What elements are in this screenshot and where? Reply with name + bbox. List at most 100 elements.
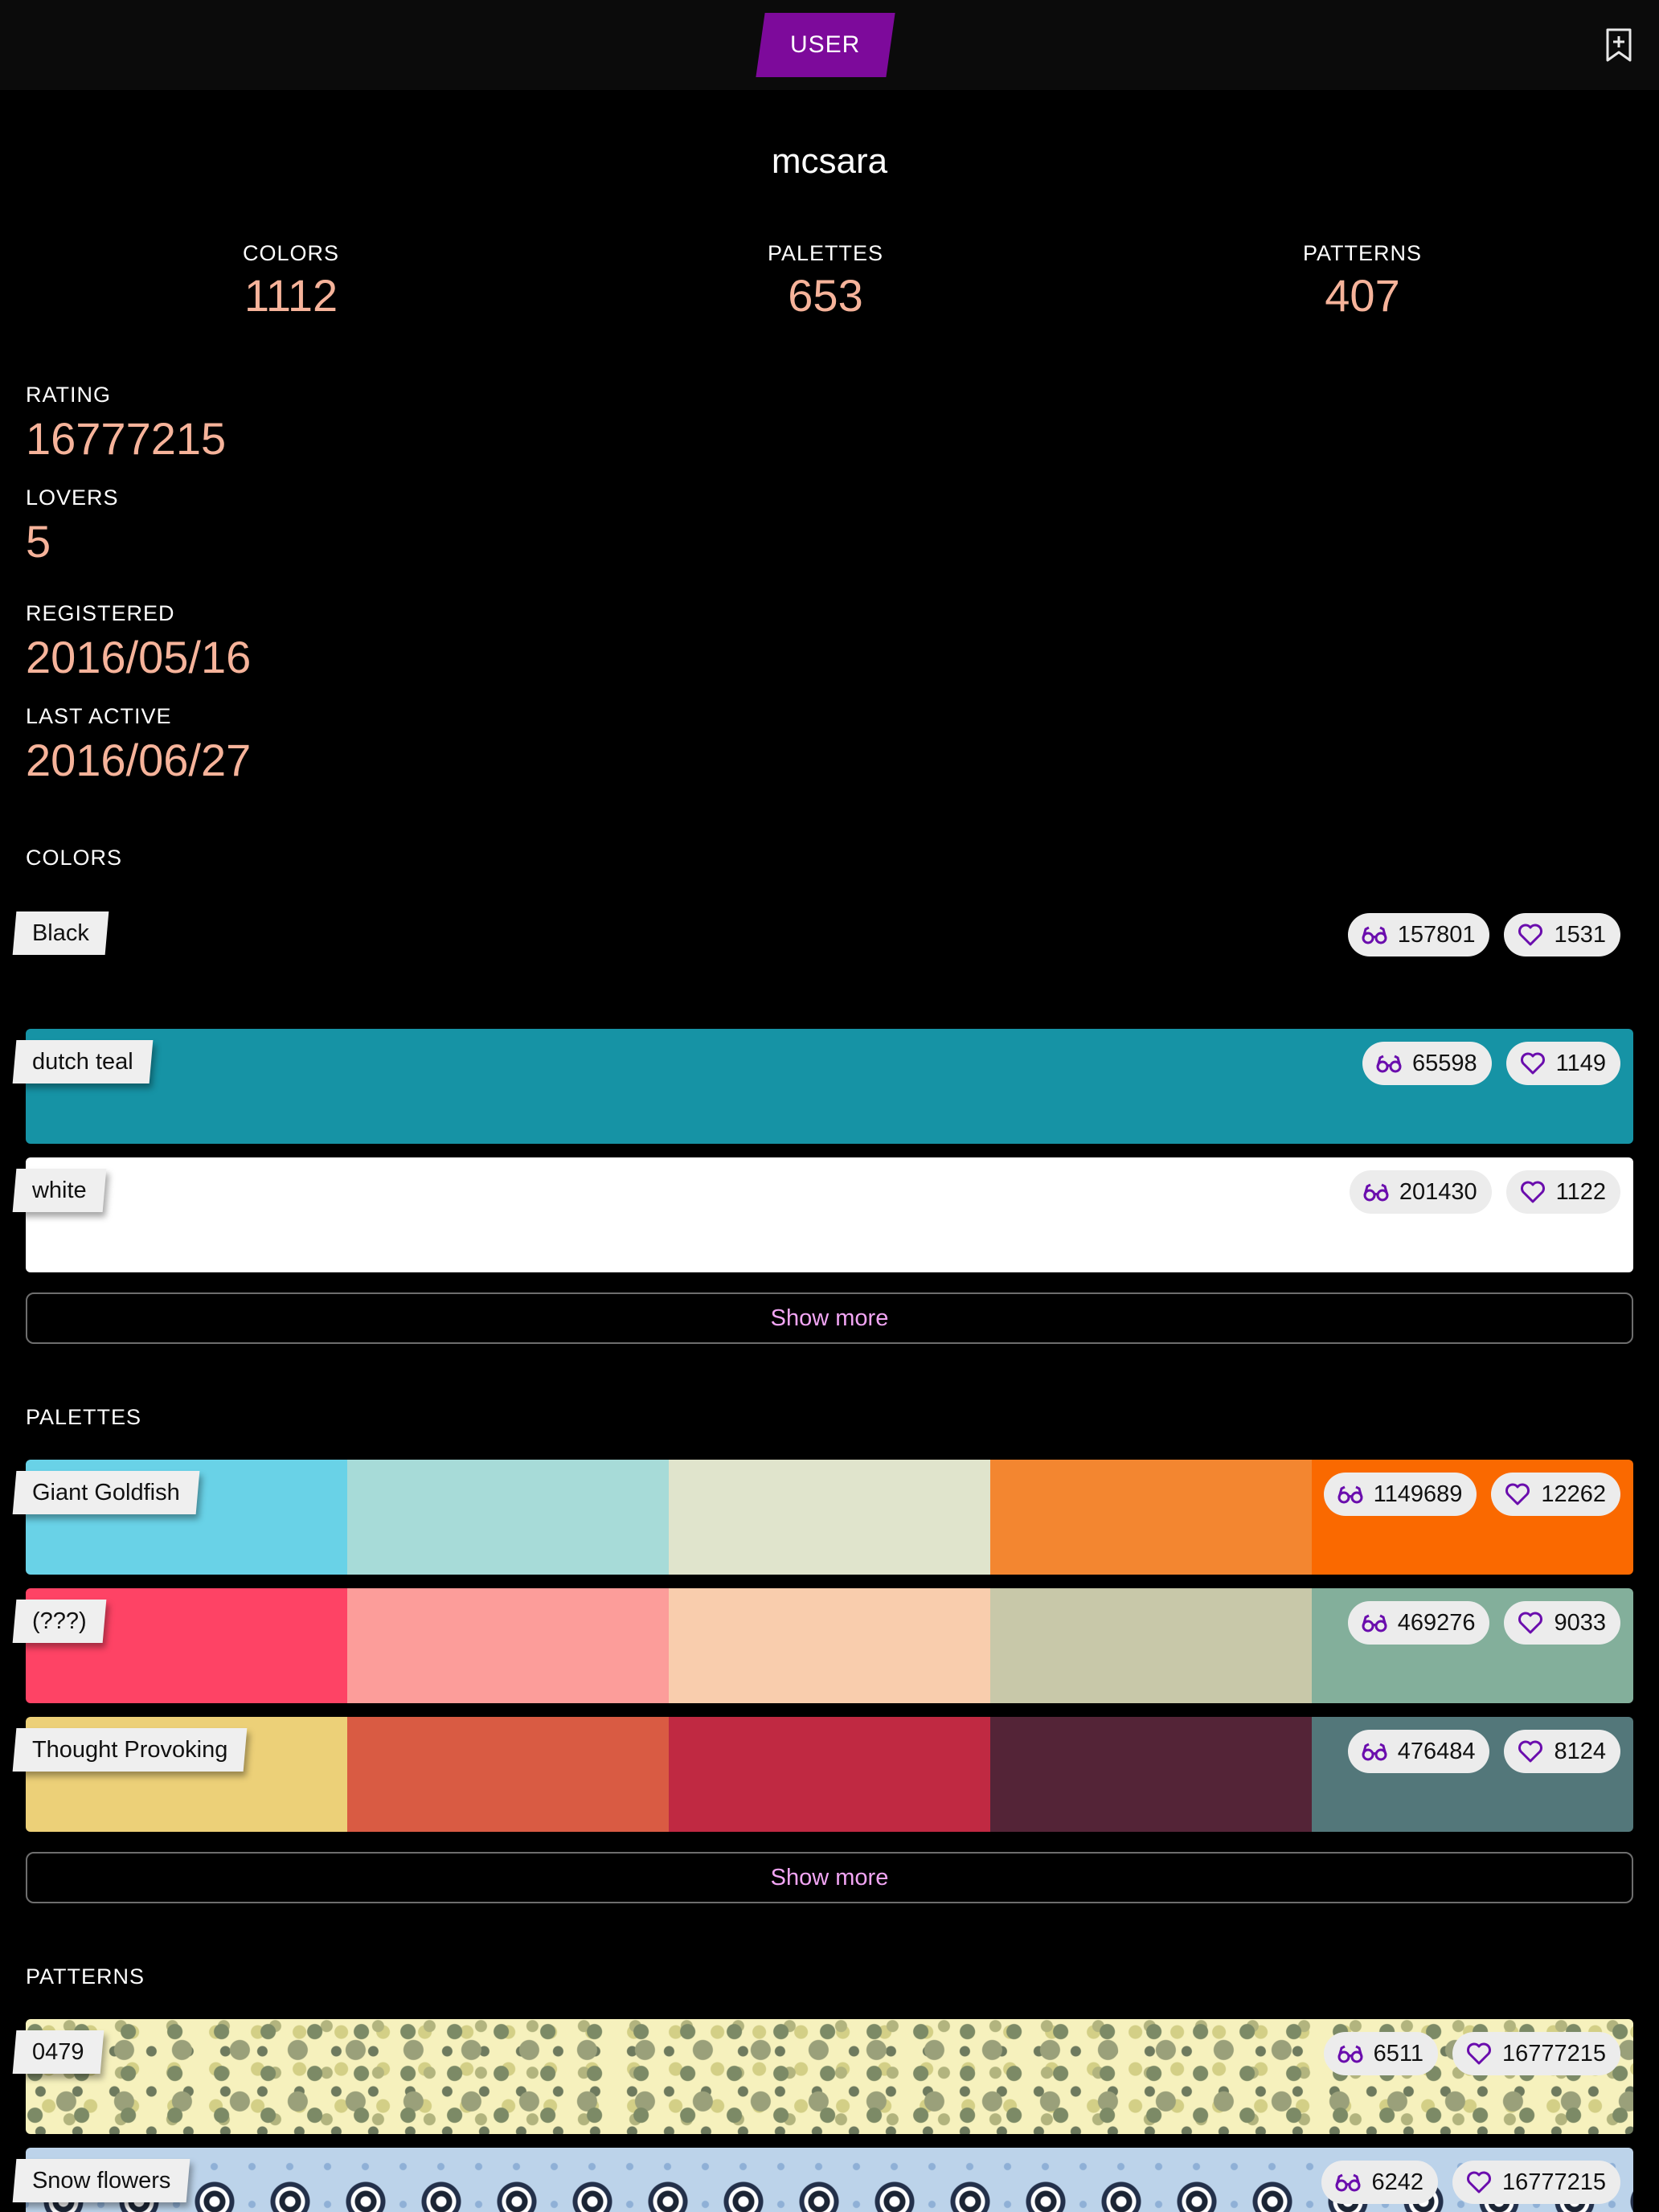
loves-pill[interactable]: 16777215 (1452, 2032, 1620, 2075)
stat-value: 407 (1325, 270, 1400, 321)
stat-label: PATTERNS (1302, 241, 1422, 265)
palette-stats: 476484 8124 (1347, 1730, 1620, 1773)
glasses-icon (1337, 1485, 1363, 1504)
color-row[interactable]: dutch teal 65598 1149 (12, 1029, 1633, 1144)
palette-stats: 469276 9033 (1347, 1601, 1620, 1645)
palette-row[interactable]: (???) 469276 9033 (12, 1588, 1633, 1703)
heart-icon (1505, 1483, 1530, 1505)
views-pill: 1149689 (1323, 1473, 1477, 1516)
views-pill: 469276 (1347, 1601, 1490, 1645)
last-active-value: 2016/06/27 (26, 735, 252, 785)
pattern-stats: 6511 16777215 (1323, 2032, 1620, 2075)
stat-palettes: PALETTES 653 (665, 241, 986, 322)
loves-count: 1531 (1554, 921, 1606, 948)
views-pill: 6511 (1323, 2032, 1438, 2075)
views-pill: 65598 (1362, 1042, 1492, 1085)
rating-value: 16777215 (26, 413, 227, 464)
palette-name: (???) (32, 1608, 87, 1634)
glasses-icon (1362, 1743, 1387, 1761)
views-count: 157801 (1397, 921, 1476, 948)
palettes-section-title: PALETTES (26, 1405, 142, 1429)
color-name-tag[interactable]: white (12, 1169, 107, 1212)
colors-section-title: COLORS (26, 846, 123, 870)
loves-count: 16777215 (1501, 2169, 1606, 2195)
color-stats: 65598 1149 (1362, 1042, 1620, 1085)
pattern-name-tag[interactable]: Snow flowers (12, 2159, 190, 2202)
lovers-value: 5 (26, 516, 51, 567)
loves-pill[interactable]: 8124 (1504, 1730, 1620, 1773)
pattern-name: 0479 (32, 2038, 84, 2065)
registered-block: REGISTERED 2016/05/16 (26, 601, 251, 683)
colors-show-more-button[interactable]: Show more (26, 1292, 1633, 1344)
glasses-icon (1363, 1183, 1389, 1202)
color-name: white (32, 1177, 87, 1203)
glasses-icon (1335, 2173, 1361, 2192)
palette-row[interactable]: Giant Goldfish 1149689 12262 (12, 1460, 1633, 1575)
top-bar: USER (0, 0, 1659, 90)
palette-name-tag[interactable]: (???) (12, 1600, 107, 1643)
heart-icon (1520, 1181, 1545, 1203)
views-count: 6242 (1371, 2169, 1423, 2195)
username: mcsara (771, 141, 888, 181)
heart-icon (1466, 2042, 1491, 2065)
glasses-icon (1362, 1614, 1387, 1632)
bookmark-add-icon[interactable] (1604, 27, 1633, 63)
palettes-show-more-button[interactable]: Show more (26, 1852, 1633, 1903)
loves-pill[interactable]: 1149 (1505, 1042, 1620, 1085)
glasses-icon (1362, 926, 1387, 944)
loves-count: 12262 (1541, 1481, 1606, 1507)
views-count: 476484 (1397, 1738, 1476, 1764)
loves-count: 1149 (1555, 1050, 1606, 1076)
rating-label: RATING (26, 383, 111, 407)
loves-pill[interactable]: 1531 (1504, 913, 1620, 956)
registered-label: REGISTERED (26, 601, 175, 625)
heart-icon (1518, 924, 1543, 946)
stat-colors: COLORS 1112 (130, 241, 452, 322)
glasses-icon (1337, 2045, 1363, 2063)
palette-name: Giant Goldfish (32, 1479, 180, 1505)
heart-icon (1518, 1740, 1543, 1763)
heart-icon (1520, 1052, 1545, 1075)
pattern-row[interactable]: 0479 6511 16777215 (12, 2019, 1633, 2134)
registered-value: 2016/05/16 (26, 632, 252, 682)
views-pill: 157801 (1347, 913, 1490, 956)
color-name: Black (32, 920, 89, 946)
tab-user[interactable]: USER (756, 13, 895, 77)
stat-label: PALETTES (767, 241, 884, 265)
pattern-stats: 6242 16777215 (1321, 2161, 1620, 2204)
views-pill: 201430 (1349, 1170, 1492, 1214)
stat-value: 1112 (244, 270, 338, 321)
loves-pill[interactable]: 9033 (1504, 1601, 1620, 1645)
palette-name-tag[interactable]: Thought Provoking (12, 1728, 248, 1772)
pattern-name-tag[interactable]: 0479 (12, 2030, 104, 2074)
color-name-tag[interactable]: dutch teal (12, 1040, 154, 1083)
loves-pill[interactable]: 1122 (1505, 1170, 1620, 1214)
loves-pill[interactable]: 16777215 (1452, 2161, 1620, 2204)
loves-pill[interactable]: 12262 (1491, 1473, 1620, 1516)
views-count: 65598 (1411, 1050, 1477, 1076)
pattern-name: Snow flowers (32, 2167, 171, 2194)
stat-value: 653 (788, 270, 863, 321)
glasses-icon (1376, 1055, 1402, 1073)
loves-count: 8124 (1554, 1738, 1606, 1764)
views-count: 201430 (1399, 1178, 1477, 1205)
palette-name-tag[interactable]: Giant Goldfish (12, 1471, 200, 1514)
tab-user-label: USER (790, 31, 861, 58)
rating-block: RATING 16777215 (26, 383, 226, 465)
views-count: 1149689 (1373, 1481, 1463, 1507)
patterns-section-title: PATTERNS (26, 1964, 145, 1989)
heart-icon (1518, 1612, 1543, 1634)
views-count: 469276 (1397, 1609, 1476, 1636)
palette-stats: 1149689 12262 (1323, 1473, 1620, 1516)
color-stats: 201430 1122 (1349, 1170, 1620, 1214)
views-pill: 6242 (1321, 2161, 1438, 2204)
stat-patterns: PATTERNS 407 (1202, 241, 1523, 322)
color-row[interactable]: white 201430 1122 (12, 1157, 1633, 1272)
last-active-block: LAST ACTIVE 2016/06/27 (26, 704, 251, 786)
palette-row[interactable]: Thought Provoking 476484 8124 (12, 1717, 1633, 1832)
color-name-tag[interactable]: Black (12, 911, 109, 955)
last-active-label: LAST ACTIVE (26, 704, 172, 728)
color-row[interactable]: Black 157801 1531 (12, 900, 1633, 1015)
heart-icon (1466, 2171, 1491, 2194)
pattern-row[interactable]: Snow flowers 6242 16777215 (12, 2148, 1633, 2212)
